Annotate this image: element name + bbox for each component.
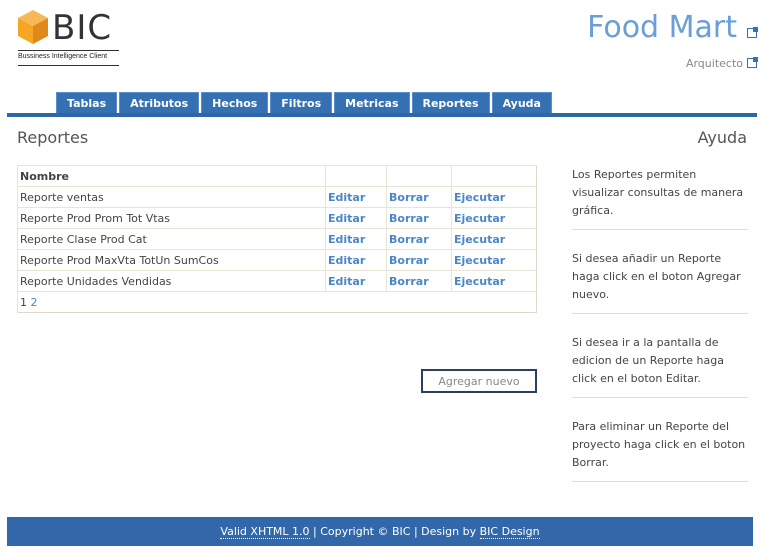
main-nav: Tablas Atributos Hechos Filtros Metricas…	[56, 92, 552, 113]
run-link[interactable]: Ejecutar	[451, 186, 537, 208]
column-header-empty	[451, 165, 537, 187]
table-header-row: Nombre	[17, 165, 537, 187]
tab-hechos[interactable]: Hechos	[201, 92, 269, 113]
edit-link[interactable]: Editar	[325, 270, 387, 292]
pager-row: 1 2	[17, 291, 537, 313]
site-title[interactable]: Food Mart	[587, 10, 737, 45]
column-header-nombre: Nombre	[17, 165, 326, 187]
table-row: Reporte ventas Editar Borrar Ejecutar	[17, 186, 537, 208]
edit-link[interactable]: Editar	[325, 207, 387, 229]
help-paragraph: Los Reportes permiten visualizar consult…	[572, 166, 748, 230]
table-row: Reporte Prod Prom Tot Vtas Editar Borrar…	[17, 207, 537, 229]
run-link[interactable]: Ejecutar	[451, 270, 537, 292]
tab-tablas[interactable]: Tablas	[56, 92, 118, 113]
delete-link[interactable]: Borrar	[386, 186, 452, 208]
nav-underline	[7, 113, 757, 117]
help-paragraph: Si desea ir a la pantalla de edicion de …	[572, 334, 748, 398]
report-name: Reporte Clase Prod Cat	[17, 228, 326, 250]
report-name: Reporte Unidades Vendidas	[17, 270, 326, 292]
edit-link[interactable]: Editar	[325, 228, 387, 250]
add-new-button[interactable]: Agregar nuevo	[421, 369, 537, 393]
delete-link[interactable]: Borrar	[386, 249, 452, 271]
footer-copyright: | Copyright © BIC | Design by	[309, 525, 480, 538]
help-paragraph: Para eliminar un Reporte del proyecto ha…	[572, 418, 748, 482]
external-link-icon[interactable]	[747, 57, 758, 68]
table-row: Reporte Prod MaxVta TotUn SumCos Editar …	[17, 249, 537, 271]
edit-link[interactable]: Editar	[325, 186, 387, 208]
page-link[interactable]: 2	[31, 296, 38, 309]
column-header-empty	[386, 165, 452, 187]
table-row: Reporte Clase Prod Cat Editar Borrar Eje…	[17, 228, 537, 250]
report-name: Reporte Prod Prom Tot Vtas	[17, 207, 326, 229]
delete-link[interactable]: Borrar	[386, 270, 452, 292]
delete-link[interactable]: Borrar	[386, 207, 452, 229]
cube-logo-icon	[18, 10, 48, 44]
page-current: 1	[20, 295, 27, 309]
page-title: Reportes	[17, 128, 89, 147]
tab-atributos[interactable]: Atributos	[119, 92, 200, 113]
report-name: Reporte ventas	[17, 186, 326, 208]
column-header-empty	[325, 165, 387, 187]
tab-ayuda[interactable]: Ayuda	[491, 92, 552, 113]
bic-logo: BIC Bussiness Intelligence Client	[18, 8, 120, 68]
help-panel: Los Reportes permiten visualizar consult…	[572, 166, 748, 502]
design-link[interactable]: BIC Design	[479, 525, 540, 539]
tab-filtros[interactable]: Filtros	[270, 92, 333, 113]
report-name: Reporte Prod MaxVta TotUn SumCos	[17, 249, 326, 271]
run-link[interactable]: Ejecutar	[451, 207, 537, 229]
edit-link[interactable]: Editar	[325, 249, 387, 271]
help-paragraph: Si desea añadir un Reporte haga click en…	[572, 250, 748, 314]
run-link[interactable]: Ejecutar	[451, 249, 537, 271]
logo-tagline: Bussiness Intelligence Client	[18, 53, 108, 60]
logo-divider	[18, 50, 119, 51]
architect-link[interactable]: Arquitecto	[686, 57, 743, 70]
reports-table: Nombre Reporte ventas Editar Borrar Ejec…	[17, 165, 537, 313]
logo-text: BIC	[52, 8, 113, 48]
help-title: Ayuda	[697, 128, 747, 147]
external-link-icon[interactable]	[747, 27, 758, 38]
pager: 1 2	[17, 291, 537, 313]
tab-metricas[interactable]: Metricas	[334, 92, 410, 113]
valid-xhtml-link[interactable]: Valid XHTML 1.0	[220, 525, 310, 539]
logo-divider-bottom	[18, 65, 119, 66]
delete-link[interactable]: Borrar	[386, 228, 452, 250]
run-link[interactable]: Ejecutar	[451, 228, 537, 250]
tab-reportes[interactable]: Reportes	[411, 92, 490, 113]
table-row: Reporte Unidades Vendidas Editar Borrar …	[17, 270, 537, 292]
footer: Valid XHTML 1.0 | Copyright © BIC | Desi…	[7, 517, 753, 546]
